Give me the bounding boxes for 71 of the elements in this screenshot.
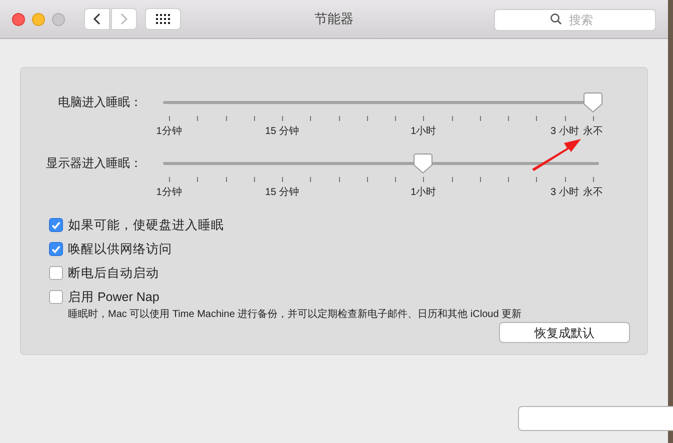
tick-mark: [197, 177, 198, 182]
tick-label: 1分钟: [156, 187, 182, 199]
checkbox[interactable]: [49, 266, 63, 280]
slider-thumb[interactable]: [413, 153, 434, 175]
checkbox-label: 启用 Power Nap: [68, 289, 160, 305]
tick-mark: [310, 177, 312, 182]
tick-mark: [480, 177, 481, 182]
tick-label: 1分钟: [156, 126, 182, 138]
close-button[interactable]: [12, 12, 25, 26]
tick-mark: [508, 177, 510, 182]
tick-mark: [508, 116, 510, 121]
tick-label: 永不: [583, 126, 603, 138]
tick-mark: [423, 177, 424, 182]
tick-mark: [593, 177, 594, 182]
checkbox-label: 唤醒以供网络访问: [68, 241, 172, 257]
tick-mark: [564, 116, 566, 121]
dialog-button[interactable]: [518, 406, 673, 431]
minimize-button[interactable]: [32, 12, 45, 26]
annotation-arrow: [530, 138, 582, 171]
tick-mark: [282, 116, 284, 121]
window-title: 节能器: [314, 10, 354, 28]
slider-label: 显示器进入睡眠：: [45, 155, 143, 171]
grid-icon: [156, 14, 170, 24]
chevron-left-icon: [93, 13, 101, 25]
tick-mark: [593, 116, 594, 121]
tick-mark: [169, 116, 170, 121]
zoom-button[interactable]: [52, 12, 65, 26]
tick-mark: [480, 116, 481, 121]
checkbox[interactable]: [49, 290, 63, 304]
tick-mark: [226, 116, 227, 121]
tick-mark: [366, 116, 368, 121]
tick-label: 15 分钟: [265, 187, 300, 199]
tick-label: 3 小时: [550, 126, 579, 138]
search-field[interactable]: 搜索: [494, 9, 656, 31]
tick-mark: [395, 116, 396, 121]
tick-label: 3 小时: [550, 187, 579, 199]
chevron-right-icon: [120, 13, 128, 25]
tick-mark: [423, 116, 424, 121]
tick-mark: [226, 177, 227, 182]
checkmark-icon: [51, 244, 61, 254]
option-description: 睡眠时，Mac 可以使用 Time Machine 进行备份，并可以定期检查新电子邮件、日历和其他 iCloud 更新: [68, 308, 523, 322]
tick-mark: [338, 177, 340, 182]
restore-defaults-button[interactable]: 恢复成默认: [499, 322, 630, 343]
checkbox-label: 断电后自动启动: [68, 265, 159, 281]
tick-mark: [564, 177, 566, 182]
tick-mark: [197, 116, 198, 121]
show-all-button[interactable]: [145, 8, 181, 30]
tick-label: 15 分钟: [265, 126, 300, 138]
tick-mark: [536, 177, 538, 182]
tick-label: 1小时: [410, 126, 436, 138]
tick-mark: [452, 116, 453, 121]
checkmark-icon: [51, 220, 61, 230]
tick-mark: [254, 177, 255, 182]
tick-label: 永不: [583, 187, 603, 199]
tick-mark: [536, 116, 538, 121]
tick-label: 1小时: [410, 187, 436, 199]
checkbox-label: 如果可能，使硬盘进入睡眠: [68, 217, 224, 233]
tick-mark: [338, 116, 340, 121]
checkbox[interactable]: [49, 218, 63, 232]
search-icon: [550, 13, 562, 25]
checkbox[interactable]: [49, 242, 63, 256]
tick-mark: [366, 177, 368, 182]
slider-label: 电脑进入睡眠：: [57, 94, 143, 110]
tick-mark: [254, 116, 255, 121]
slider-thumb[interactable]: [583, 92, 603, 114]
tick-mark: [452, 177, 453, 182]
back-button[interactable]: [84, 8, 110, 30]
tick-mark: [169, 177, 170, 182]
tick-mark: [310, 116, 312, 121]
tick-mark: [395, 177, 396, 182]
tick-mark: [282, 177, 284, 182]
